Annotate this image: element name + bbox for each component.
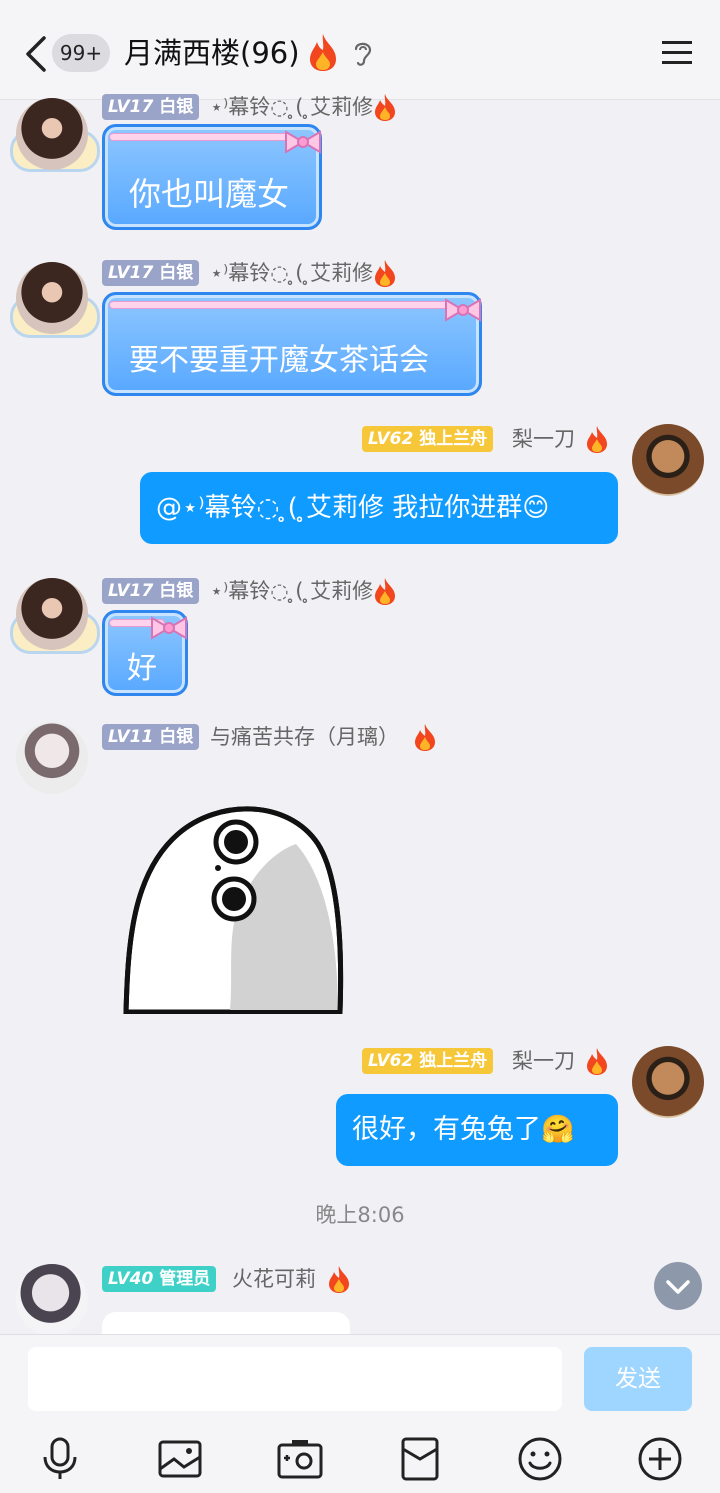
red-packet-icon[interactable] [396, 1435, 444, 1483]
chat-header: 99+ 月满西楼(96) [0, 0, 720, 100]
sender-name[interactable]: 火花可莉 [232, 1265, 316, 1293]
level-badge: LV17 白银 [102, 94, 200, 120]
plus-icon[interactable] [636, 1435, 684, 1483]
sender-name[interactable]: ⋆⁾幕铃◌ ̥( ̥艾莉修 [210, 259, 373, 287]
fire-icon [587, 1048, 607, 1075]
timestamp: 晚上8:06 [315, 1203, 405, 1227]
send-button[interactable]: 发送 [584, 1347, 692, 1411]
sender-name[interactable]: ⋆⁾幕铃◌ ̥( ̥艾莉修 [210, 577, 373, 605]
avatar[interactable] [16, 722, 88, 794]
sender-name[interactable]: 梨一刀 [512, 425, 575, 453]
fire-icon [375, 94, 395, 121]
unread-count-badge[interactable]: 99+ [52, 34, 110, 72]
fire-icon [375, 578, 395, 605]
chevron-down-icon [666, 1280, 690, 1294]
message-bubble[interactable]: 要不要重开魔女茶话会 [102, 292, 482, 396]
scroll-to-bottom-button[interactable] [654, 1262, 702, 1310]
avatar[interactable] [16, 1264, 88, 1336]
message-bubble[interactable]: @⋆⁾幕铃◌ ̥( ̥艾莉修 我拉你进群😊 [140, 472, 618, 544]
avatar[interactable] [16, 578, 88, 650]
back-arrow-icon[interactable] [22, 34, 52, 74]
level-badge: LV40 管理员 [102, 1266, 217, 1292]
level-badge: LV62 独上兰舟 [362, 1048, 494, 1074]
fire-icon [310, 34, 336, 71]
ear-icon[interactable] [350, 38, 376, 68]
group-title[interactable]: 月满西楼(96) [124, 32, 300, 74]
avatar[interactable] [632, 424, 704, 496]
menu-icon[interactable] [660, 38, 694, 68]
sender-name[interactable]: ⋆⁾幕铃◌ ̥( ̥艾莉修 [210, 93, 373, 121]
bow-decoration-icon [151, 616, 187, 640]
sender-name[interactable]: 与痛苦共存（月璃） [210, 723, 399, 751]
fire-icon [415, 724, 435, 751]
message-input[interactable] [28, 1347, 562, 1411]
fire-icon [587, 426, 607, 453]
fire-icon [329, 1266, 349, 1293]
level-badge: LV17 白银 [102, 260, 200, 286]
microphone-icon[interactable] [36, 1435, 84, 1483]
level-badge: LV11 白银 [102, 724, 200, 750]
ghost-sticker[interactable] [118, 804, 358, 1014]
fire-icon [375, 260, 395, 287]
avatar[interactable] [632, 1046, 704, 1118]
avatar[interactable] [16, 262, 88, 334]
camera-icon[interactable] [276, 1435, 324, 1483]
input-bar: 发送 [0, 1334, 720, 1493]
level-badge: LV62 独上兰舟 [362, 426, 494, 452]
bow-decoration-icon [285, 130, 321, 154]
avatar[interactable] [16, 98, 88, 170]
sender-name[interactable]: 梨一刀 [512, 1047, 575, 1075]
image-icon[interactable] [156, 1435, 204, 1483]
bow-decoration-icon [445, 298, 481, 322]
message-bubble[interactable]: 很好，有兔兔了🤗 [336, 1094, 618, 1166]
level-badge: LV17 白银 [102, 578, 200, 604]
emoji-icon[interactable] [516, 1435, 564, 1483]
